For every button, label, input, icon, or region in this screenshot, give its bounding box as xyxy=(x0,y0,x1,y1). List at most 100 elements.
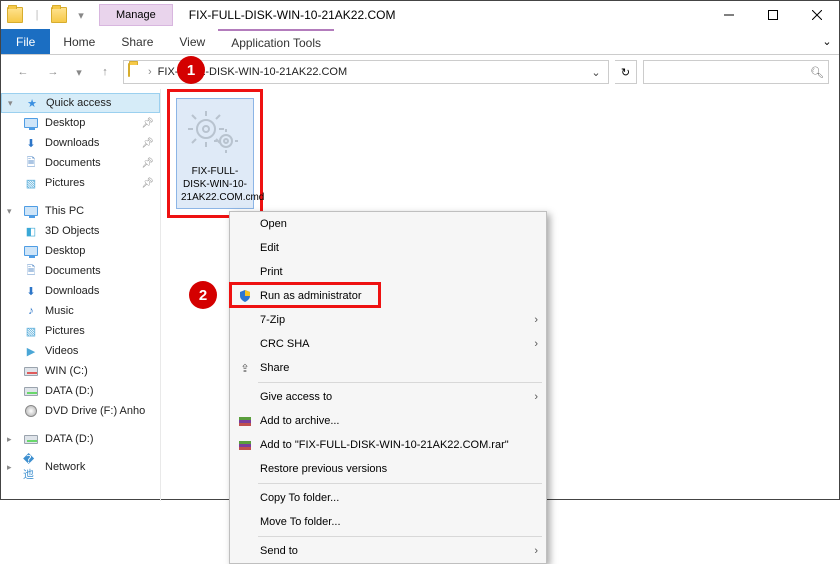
nav-row: ← → ▾ ↑ › FIX-FULL-DISK-WIN-10-21AK22.CO… xyxy=(1,55,839,89)
context-menu: Open Edit Print Run as administrator 7-Z… xyxy=(229,211,547,564)
minimize-button[interactable] xyxy=(707,1,751,29)
sidebar-item-downloads[interactable]: ⬇Downloads📌︎ xyxy=(1,133,160,153)
search-input[interactable] xyxy=(644,66,806,78)
ctx-move-to-folder[interactable]: Move To folder... xyxy=(230,510,546,534)
menu-label: Edit xyxy=(260,242,279,254)
ctx-add-to-archive[interactable]: Add to archive... xyxy=(230,409,546,433)
menu-label: Give access to xyxy=(260,391,332,403)
sidebar-item-label: DATA (D:) xyxy=(45,385,93,397)
ctx-restore-previous[interactable]: Restore previous versions xyxy=(230,457,546,481)
ctx-edit[interactable]: Edit xyxy=(230,236,546,260)
share-icon: ⇪ xyxy=(236,359,254,377)
sidebar-item-label: Downloads xyxy=(45,285,99,297)
ctx-share[interactable]: ⇪ Share xyxy=(230,356,546,380)
forward-button[interactable]: → xyxy=(41,60,65,84)
sidebar-item-desktop[interactable]: Desktop📌︎ xyxy=(1,113,160,133)
sidebar-item-desktop[interactable]: Desktop xyxy=(1,241,160,261)
address-path[interactable]: FIX-FULL-DISK-WIN-10-21AK22.COM xyxy=(156,66,584,78)
pin-icon: 📌︎ xyxy=(141,138,154,149)
star-icon: ★ xyxy=(24,95,40,111)
chevron-down-icon[interactable]: ▾ xyxy=(8,98,18,109)
sidebar-item-drive-d[interactable]: DATA (D:) xyxy=(1,381,160,401)
documents-icon: 🗎 xyxy=(23,155,39,171)
sidebar-this-pc[interactable]: ▾ This PC xyxy=(1,201,160,221)
sidebar-item-dvd-drive[interactable]: DVD Drive (F:) Anho xyxy=(1,401,160,421)
winrar-icon xyxy=(236,436,254,454)
file-item-selected[interactable]: FIX-FULL-DISK-WIN-10-21AK22.COM.cmd xyxy=(167,89,263,218)
sidebar-item-3d-objects[interactable]: ◧3D Objects xyxy=(1,221,160,241)
sidebar-item-videos[interactable]: ▶Videos xyxy=(1,341,160,361)
pin-icon: 📌︎ xyxy=(141,178,154,189)
chevron-right-icon[interactable]: ▸ xyxy=(7,434,17,445)
sidebar-item-documents[interactable]: 🗎Documents xyxy=(1,261,160,281)
up-button[interactable]: ↑ xyxy=(93,60,117,84)
tab-view[interactable]: View xyxy=(166,29,218,54)
menu-label: Send to xyxy=(260,545,298,557)
qat-overflow-icon[interactable]: ▾ xyxy=(73,7,89,23)
recent-locations-button[interactable]: ▾ xyxy=(71,60,87,84)
this-pc-icon xyxy=(23,203,39,219)
ctx-print[interactable]: Print xyxy=(230,260,546,284)
chevron-right-icon[interactable]: ▸ xyxy=(7,462,17,473)
tab-share[interactable]: Share xyxy=(108,29,166,54)
sidebar-item-music[interactable]: ♪Music xyxy=(1,301,160,321)
sidebar-item-drive-d-root[interactable]: ▸ DATA (D:) xyxy=(1,429,160,449)
sidebar-item-label: Desktop xyxy=(45,117,85,129)
annotation-badge-2: 2 xyxy=(189,281,217,309)
menu-label: Move To folder... xyxy=(260,516,341,528)
videos-icon: ▶ xyxy=(23,343,39,359)
pictures-icon: ▧ xyxy=(23,175,39,191)
sidebar-item-label: This PC xyxy=(45,205,84,217)
ribbon-tabs: File Home Share View Application Tools ⌄ xyxy=(1,29,839,55)
ctx-give-access-to[interactable]: Give access to› xyxy=(230,385,546,409)
menu-label: Share xyxy=(260,362,289,374)
menu-label: CRC SHA xyxy=(260,338,310,350)
sidebar-item-documents[interactable]: 🗎Documents📌︎ xyxy=(1,153,160,173)
3d-objects-icon: ◧ xyxy=(23,223,39,239)
sidebar-item-label: Desktop xyxy=(45,245,85,257)
address-dropdown-icon[interactable]: ⌄ xyxy=(588,66,604,79)
ribbon-expand-icon[interactable]: ⌄ xyxy=(815,29,839,54)
menu-separator xyxy=(258,483,542,484)
back-button[interactable]: ← xyxy=(11,60,35,84)
qat-separator: | xyxy=(29,7,45,23)
maximize-button[interactable] xyxy=(751,1,795,29)
folder-icon[interactable] xyxy=(51,7,67,23)
drive-icon xyxy=(23,431,39,447)
sidebar-item-drive-c[interactable]: WIN (C:) xyxy=(1,361,160,381)
chevron-down-icon[interactable]: ▾ xyxy=(7,206,17,217)
menu-separator xyxy=(258,536,542,537)
close-button[interactable] xyxy=(795,1,839,29)
folder-icon xyxy=(128,64,144,80)
refresh-button[interactable]: ↻ xyxy=(615,60,637,84)
tab-home[interactable]: Home xyxy=(50,29,108,54)
desktop-icon xyxy=(23,243,39,259)
sidebar-network[interactable]: ▸�迆Network xyxy=(1,457,160,477)
ctx-add-to-rar[interactable]: Add to "FIX-FULL-DISK-WIN-10-21AK22.COM.… xyxy=(230,433,546,457)
pin-icon: 📌︎ xyxy=(141,158,154,169)
sidebar-item-label: DATA (D:) xyxy=(45,433,93,445)
sidebar-item-pictures[interactable]: ▧Pictures xyxy=(1,321,160,341)
search-icon[interactable]: 🔍︎ xyxy=(806,66,828,79)
ctx-crc-sha[interactable]: CRC SHA› xyxy=(230,332,546,356)
ctx-open[interactable]: Open xyxy=(230,212,546,236)
search-box[interactable]: 🔍︎ xyxy=(643,60,829,84)
submenu-arrow-icon: › xyxy=(534,314,538,326)
ctx-7zip[interactable]: 7-Zip› xyxy=(230,308,546,332)
file-label: FIX-FULL-DISK-WIN-10-21AK22.COM.cmd xyxy=(181,165,249,204)
ctx-run-as-administrator[interactable]: Run as administrator xyxy=(230,284,546,308)
sidebar-quick-access[interactable]: ▾ ★ Quick access xyxy=(1,93,160,113)
file-tab[interactable]: File xyxy=(1,29,50,54)
sidebar-item-label: DVD Drive (F:) Anho xyxy=(45,405,145,417)
sidebar-item-label: Network xyxy=(45,461,85,473)
sidebar-item-label: Downloads xyxy=(45,137,99,149)
menu-label: Run as administrator xyxy=(260,290,362,302)
winrar-icon xyxy=(236,412,254,430)
tab-application-tools[interactable]: Application Tools xyxy=(218,29,334,54)
folder-icon[interactable] xyxy=(7,7,23,23)
sidebar-item-downloads[interactable]: ⬇Downloads xyxy=(1,281,160,301)
sidebar-item-pictures[interactable]: ▧Pictures📌︎ xyxy=(1,173,160,193)
gears-icon xyxy=(185,103,245,163)
ctx-send-to[interactable]: Send to› xyxy=(230,539,546,563)
ctx-copy-to-folder[interactable]: Copy To folder... xyxy=(230,486,546,510)
